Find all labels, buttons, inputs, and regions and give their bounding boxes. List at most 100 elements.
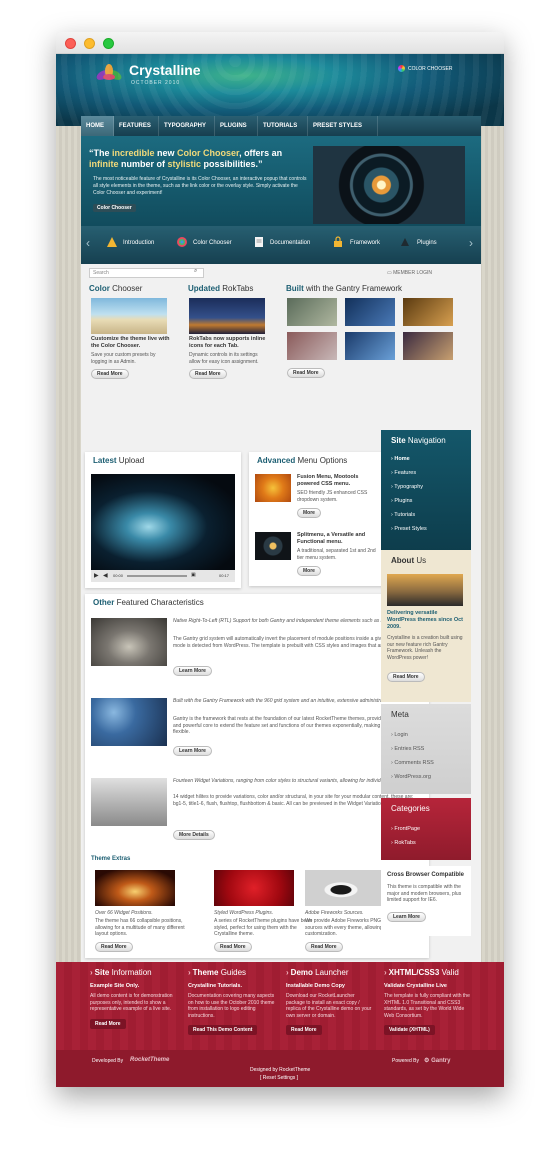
learn-more-button[interactable]: Learn More [387,912,426,922]
candles-image [95,870,175,906]
rockettheme-logo[interactable]: RocketTheme [130,1057,169,1063]
read-more-button[interactable]: Read More [287,368,325,378]
maximize-window-button[interactable] [103,38,114,49]
showcase-color-chooser-button[interactable]: Color Chooser [93,204,136,212]
thumbnail-image[interactable] [345,298,395,326]
meta-link-login[interactable]: › Login [391,732,408,739]
other-features-panel: Other Featured Characteristics Native Ri… [85,594,429,958]
site-navigation-widget: Site Navigation › Home › Features › Typo… [381,430,471,555]
menu-option-text: A traditional, separated 1st and 2nd tie… [297,548,376,561]
compat-title: Cross Browser Compatible [387,872,465,878]
stones-image [91,618,167,666]
footer-box-title: › Site Information [90,968,152,977]
showcase-banner: “The incredible new Color Chooser, offer… [81,136,481,234]
read-more-button[interactable]: Read More [95,942,133,952]
footer-xhtml-valid: › XHTML/CSS3 Valid Validate Crystalline L… [384,968,472,1058]
tabs-prev-arrow-icon[interactable]: ‹ [86,236,90,250]
feature-bold-text: RokTabs now supports inline icons for ea… [189,336,266,349]
more-button[interactable]: More [297,566,321,576]
feature-text: Dynamic controls in its settings allow f… [189,352,259,365]
camera-lens-image [313,146,465,224]
video-player[interactable] [91,474,235,570]
sidebar-item-features[interactable]: › Features [391,470,416,476]
play-icon[interactable]: ▶ [94,572,99,579]
sidebar-item-preset-styles[interactable]: › Preset Styles [391,526,427,532]
tab-introduction[interactable]: Introduction [123,240,154,246]
read-more-button[interactable]: Read More [387,672,425,682]
color-chooser-label: COLOR CHOOSER [408,65,453,72]
showcase-quote: “The incredible new Color Chooser, offer… [89,148,283,169]
about-text: Crystalline is a creation built using ou… [387,635,463,661]
volume-icon[interactable]: ◀ [103,572,108,579]
footer-validate-button[interactable]: Validate (XHTML) [384,1025,435,1035]
theme-extras-title: Theme Extras [91,856,131,862]
footer-box-subtitle: Validate Crystalline Live [384,983,447,989]
tab-color-chooser[interactable]: Color Chooser [193,240,232,246]
read-more-button[interactable]: Read More [305,942,343,952]
thumbnail-image[interactable] [403,298,453,326]
nav-preset-styles[interactable]: PRESET STYLES [308,116,378,136]
color-chooser-link[interactable]: COLOR CHOOSER [398,65,452,72]
sidebar-item-plugins[interactable]: › Plugins [391,498,412,504]
categories-title: Categories [391,804,430,813]
reset-settings-link[interactable]: [ Reset Settings ] [260,1075,298,1081]
tab-documentation[interactable]: Documentation [270,240,310,246]
footer-read-more-button[interactable]: Read More [286,1025,322,1035]
tab-framework[interactable]: Framework [350,240,380,246]
site-subtitle: OCTOBER 2010 [131,80,181,86]
more-details-button[interactable]: More Details [173,830,215,840]
meta-link-comments-rss[interactable]: › Comments RSS [391,760,434,767]
learn-more-button[interactable]: Learn More [173,746,212,756]
nav-features[interactable]: FEATURES [114,116,159,136]
site-title[interactable]: Crystalline [129,62,201,78]
nav-plugins[interactable]: PLUGINS [215,116,258,136]
gantry-logo[interactable]: ⚙ Gantry [424,1057,450,1064]
feature-bold-text: Customize the theme live with the Color … [91,336,170,349]
nav-home[interactable]: HOME [81,116,114,136]
about-us-widget: About Us Delivering versatile WordPress … [381,550,471,702]
category-roktabs[interactable]: › RokTabs [391,840,416,847]
thumbnail-image[interactable] [403,332,453,360]
sidebar-item-typography[interactable]: › Typography [391,484,423,490]
progress-bar[interactable] [127,575,187,577]
member-login-link[interactable]: ▭ MEMBER LOGIN [387,270,432,276]
nav-tutorials[interactable]: TUTORIALS [258,116,308,136]
read-more-button[interactable]: Read More [189,369,227,379]
nav-typography[interactable]: TYPOGRAPHY [159,116,215,136]
designed-by-text[interactable]: Designed by RocketTheme [250,1067,310,1073]
sidebar-item-tutorials[interactable]: › Tutorials [391,512,415,518]
extra-italic: Styled WordPress Plugins. [214,910,274,916]
meta-link-wordpress[interactable]: › WordPress.org [391,774,431,781]
tabs-next-arrow-icon[interactable]: › [469,236,473,250]
footer-theme-guides: › Theme Guides Crystalline Tutorials. Doc… [188,968,276,1058]
meta-link-entries-rss[interactable]: › Entries RSS [391,746,424,753]
read-more-button[interactable]: Read More [91,369,129,379]
categories-widget: Categories › FrontPage › RokTabs [381,798,471,860]
footer-read-demo-button[interactable]: Read This Demo Content [188,1025,258,1035]
documentation-icon [255,237,263,247]
footer-read-more-button[interactable]: Read More [90,1018,126,1029]
feature-title-gantry: Built with the Gantry Framework [286,284,403,293]
fullscreen-icon[interactable]: ▣ [191,572,196,578]
feature-title-roktabs: Updated RokTabs [188,284,254,293]
tab-plugins[interactable]: Plugins [417,240,437,246]
close-window-button[interactable] [65,38,76,49]
footer-box-text: The template is fully compliant with the… [384,993,470,1019]
thumbnail-image[interactable] [345,332,395,360]
feature-title-color-chooser: Color Chooser [89,284,143,293]
sidebar-item-home[interactable]: › Home [391,456,410,462]
more-button[interactable]: More [297,508,321,518]
read-more-button[interactable]: Read More [214,942,252,952]
category-frontpage[interactable]: › FrontPage [391,826,420,833]
search-input[interactable]: Search [89,268,204,278]
footer-demo-launcher: › Demo Launcher Installable Demo Copy Dow… [286,968,374,1058]
minimize-window-button[interactable] [84,38,95,49]
thumbnail-image[interactable] [287,298,337,326]
search-icon[interactable]: ⌕ [194,268,197,275]
gantry-gear-icon: ⚙ [424,1058,430,1064]
thumbnail-image[interactable] [287,332,337,360]
window-titlebar [56,32,504,54]
introduction-icon [107,237,117,247]
video-controls: ▶ ◀ 00:00 ▣ 00:17 [91,570,235,582]
learn-more-button[interactable]: Learn More [173,666,212,676]
